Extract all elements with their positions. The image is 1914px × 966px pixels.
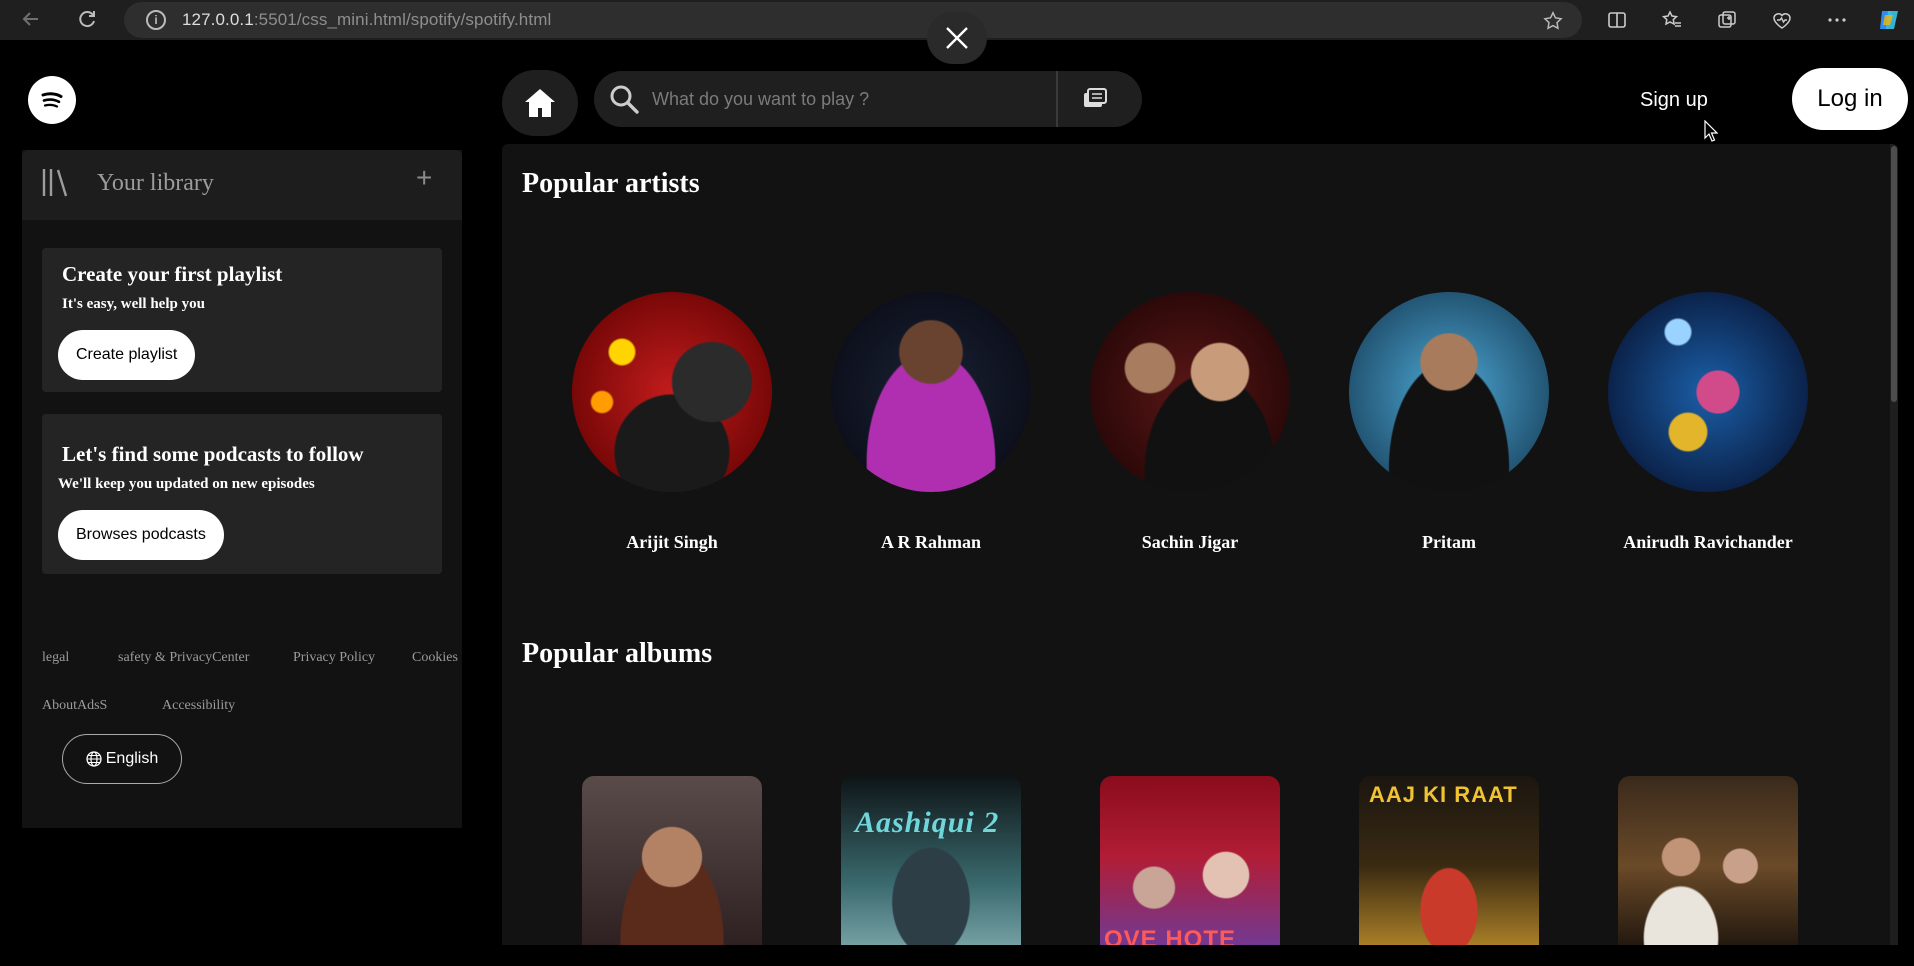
album-cover-text: Aashiqui 2	[855, 806, 1000, 839]
url-text[interactable]: 127.0.0.1:5501/css_mini.html/spotify/spo…	[182, 10, 551, 30]
artist-avatar[interactable]	[1090, 292, 1290, 492]
home-button[interactable]	[502, 70, 578, 136]
library-header: Your library +	[22, 150, 462, 220]
podcasts-card: Let's find some podcasts to follow We'll…	[42, 414, 442, 574]
footer-link-privacy[interactable]: Privacy Policy	[293, 650, 375, 666]
login-button[interactable]: Log in	[1792, 68, 1908, 130]
info-icon[interactable]: i	[146, 10, 166, 30]
footer-link-legal[interactable]: legal	[42, 650, 69, 666]
create-playlist-button[interactable]: Create playlist	[58, 330, 196, 380]
artist-card[interactable]: Anirudh Ravichander	[1608, 292, 1808, 553]
popular-albums-title: Popular albums	[522, 638, 713, 669]
album-cover-text: OVE HOTE	[1104, 926, 1237, 945]
main-scrollbar[interactable]	[1890, 144, 1898, 945]
search-icon[interactable]	[608, 83, 642, 120]
favorite-star-icon[interactable]	[1542, 10, 1564, 37]
album-cover[interactable]	[1618, 776, 1798, 945]
album-cover[interactable]: Aashiqui 2	[841, 776, 1021, 945]
playlist-card-subtitle: It's easy, well help you	[62, 296, 205, 312]
album-cover-text: AAJ KI RAAT	[1369, 782, 1518, 807]
globe-icon	[86, 751, 102, 767]
browse-podcasts-button[interactable]: Browses podcasts	[58, 510, 224, 560]
close-icon	[946, 27, 968, 49]
browser-essentials-icon[interactable]	[1769, 7, 1795, 33]
copilot-icon[interactable]	[1876, 7, 1902, 33]
collections-icon[interactable]	[1714, 7, 1740, 33]
language-button[interactable]: English	[62, 734, 182, 784]
artist-name: Anirudh Ravichander	[1623, 532, 1793, 552]
popular-artists-title: Popular artists	[522, 168, 700, 199]
footer-link-about-ads[interactable]: AboutAdsS	[42, 698, 107, 714]
footer-link-cookies[interactable]: Cookies	[412, 650, 458, 666]
language-label: English	[105, 750, 159, 767]
favorites-icon[interactable]	[1659, 7, 1685, 33]
podcasts-card-title: Let's find some podcasts to follow	[62, 442, 364, 466]
album-cover[interactable]: OVE HOTE	[1100, 776, 1280, 945]
artist-avatar[interactable]	[1608, 292, 1808, 492]
footer-link-safety[interactable]: safety & PrivacyCenter	[118, 650, 249, 666]
spotify-page: Sign up Log in Your library + Create you…	[0, 44, 1914, 966]
library-icon[interactable]	[40, 164, 76, 205]
mouse-cursor-icon	[1704, 120, 1718, 142]
artist-avatar[interactable]	[1349, 292, 1549, 492]
add-library-button[interactable]: +	[416, 162, 432, 194]
podcasts-card-subtitle: We'll keep you updated on new episodes	[58, 476, 315, 492]
more-options-icon[interactable]	[1824, 7, 1850, 33]
address-bar[interactable]: i 127.0.0.1:5501/css_mini.html/spotify/s…	[124, 2, 1582, 38]
artist-avatar[interactable]	[831, 292, 1031, 492]
create-playlist-card: Create your first playlist It's easy, we…	[42, 248, 442, 392]
signup-button[interactable]: Sign up	[1640, 84, 1708, 116]
reload-icon[interactable]	[74, 6, 100, 32]
album-cover[interactable]: AAJ KI RAAT	[1359, 776, 1539, 945]
home-icon	[525, 89, 555, 117]
artist-card[interactable]: Arijit Singh	[572, 292, 772, 553]
search-divider	[1056, 71, 1058, 127]
back-arrow-icon[interactable]	[18, 6, 44, 32]
split-screen-icon[interactable]	[1604, 7, 1630, 33]
library-sidebar: Your library + Create your first playlis…	[22, 150, 462, 828]
playlist-card-title: Create your first playlist	[62, 262, 283, 286]
artist-card[interactable]: Pritam	[1349, 292, 1549, 553]
footer-link-accessibility[interactable]: Accessibility	[162, 698, 235, 714]
library-title: Your library	[97, 170, 214, 196]
artist-name: A R Rahman	[880, 532, 982, 552]
artist-name: Sachin Jigar	[1141, 532, 1239, 552]
artist-name: Pritam	[1422, 532, 1476, 552]
artist-card[interactable]: Sachin Jigar	[1090, 292, 1290, 553]
artist-name: Arijit Singh	[626, 532, 718, 552]
search-bar	[594, 71, 1142, 127]
album-cover[interactable]	[582, 776, 762, 945]
browse-icon[interactable]	[1078, 83, 1112, 113]
close-overlay-button[interactable]	[927, 12, 987, 64]
artist-avatar[interactable]	[572, 292, 772, 492]
scrollbar-thumb[interactable]	[1891, 146, 1897, 402]
artist-card[interactable]: A R Rahman	[831, 292, 1031, 553]
search-input[interactable]	[652, 83, 1042, 115]
spotify-logo-icon[interactable]	[28, 76, 76, 124]
main-content: Popular artists Arijit Singh A R Rahman …	[502, 144, 1898, 945]
